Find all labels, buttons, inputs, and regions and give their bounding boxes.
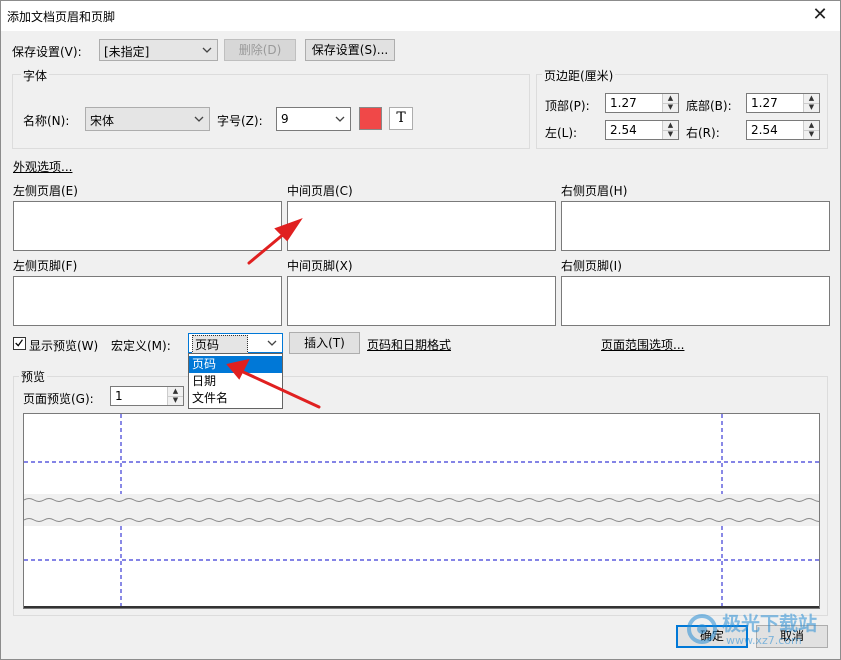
- right-header-textbox[interactable]: [561, 201, 830, 251]
- font-name-select[interactable]: 宋体: [85, 107, 210, 131]
- show-preview-checkbox[interactable]: [13, 337, 26, 350]
- margin-right-label: 右(R):: [686, 126, 720, 140]
- close-icon[interactable]: ✕: [808, 4, 832, 26]
- right-footer-textbox[interactable]: [561, 276, 830, 326]
- show-preview-label: 显示预览(W): [29, 339, 99, 353]
- page-preview-value: 1: [115, 389, 123, 403]
- margin-bottom-spinner[interactable]: ▲ ▼: [803, 94, 819, 112]
- watermark-icon: [687, 614, 717, 644]
- macro-label: 宏定义(M):: [111, 339, 171, 353]
- macro-option-date[interactable]: 日期: [189, 373, 282, 390]
- spin-down-icon[interactable]: ▼: [168, 396, 183, 405]
- left-header-textbox[interactable]: [13, 201, 282, 251]
- margin-top-value: 1.27: [610, 96, 637, 110]
- margin-right-spinner[interactable]: ▲ ▼: [803, 121, 819, 139]
- macro-selected-value: 页码: [192, 335, 249, 354]
- chevron-down-icon: [335, 116, 345, 122]
- save-settings-select[interactable]: [未指定]: [99, 39, 218, 61]
- font-size-value: 9: [281, 112, 289, 126]
- center-footer-label: 中间页脚(X): [287, 259, 353, 273]
- center-header-textbox[interactable]: [287, 201, 556, 251]
- font-size-select[interactable]: 9: [276, 107, 351, 131]
- right-header-label: 右侧页眉(H): [561, 184, 628, 198]
- left-header-label: 左侧页眉(E): [13, 184, 78, 198]
- center-footer-textbox[interactable]: [287, 276, 556, 326]
- margin-bottom-input[interactable]: 1.27 ▲ ▼: [746, 93, 820, 113]
- watermark-logo: 极光下载站 www.xz7.com: [686, 605, 836, 655]
- macro-option-page-number[interactable]: 页码: [189, 356, 282, 373]
- font-group-label: 字体: [21, 67, 50, 84]
- margin-top-input[interactable]: 1.27 ▲ ▼: [605, 93, 679, 113]
- left-footer-label: 左侧页脚(F): [13, 259, 78, 273]
- watermark-url: www.xz7.com: [726, 634, 802, 647]
- page-preview-spinner[interactable]: ▲ ▼: [167, 387, 183, 405]
- page-preview-guides: [24, 414, 819, 608]
- page-range-options-link[interactable]: 页面范围选项...: [601, 336, 684, 353]
- macro-select[interactable]: 页码: [188, 333, 283, 354]
- save-settings-label: 保存设置(V):: [12, 45, 82, 59]
- delete-button[interactable]: 删除(D): [224, 39, 296, 61]
- page-preview-label: 页面预览(G):: [23, 392, 94, 406]
- margin-bottom-label: 底部(B):: [686, 99, 732, 113]
- font-name-label: 名称(N):: [23, 114, 70, 128]
- font-name-value: 宋体: [90, 114, 115, 128]
- spin-down-icon[interactable]: ▼: [663, 130, 678, 139]
- macro-dropdown-list: 页码 日期 文件名: [188, 353, 283, 409]
- font-color-swatch[interactable]: [359, 107, 382, 130]
- margin-left-spinner[interactable]: ▲ ▼: [662, 121, 678, 139]
- margin-left-input[interactable]: 2.54 ▲ ▼: [605, 120, 679, 140]
- margin-left-value: 2.54: [610, 123, 637, 137]
- macro-option-filename[interactable]: 文件名: [189, 390, 282, 407]
- window-title: 添加文档页眉和页脚: [7, 10, 116, 24]
- spin-down-icon[interactable]: ▼: [663, 103, 678, 112]
- spin-down-icon[interactable]: ▼: [804, 103, 819, 112]
- chevron-down-icon: [202, 47, 212, 53]
- margin-bottom-value: 1.27: [751, 96, 778, 110]
- font-size-label: 字号(Z):: [217, 114, 263, 128]
- save-settings-value: [未指定]: [104, 45, 150, 59]
- page-date-format-link[interactable]: 页码和日期格式: [367, 336, 451, 353]
- header-footer-dialog: 添加文档页眉和页脚 ✕ 保存设置(V): [未指定] 删除(D) 保存设置(S)…: [0, 0, 841, 660]
- checkmark-icon: [15, 339, 23, 347]
- margin-top-spinner[interactable]: ▲ ▼: [662, 94, 678, 112]
- title-bar: 添加文档页眉和页脚 ✕: [1, 1, 840, 31]
- margin-top-label: 顶部(P):: [545, 99, 590, 113]
- margin-right-input[interactable]: 2.54 ▲ ▼: [746, 120, 820, 140]
- preview-group-label: 预览: [19, 368, 48, 385]
- page-preview-canvas: [23, 413, 820, 609]
- right-footer-label: 右侧页脚(I): [561, 259, 622, 273]
- spin-down-icon[interactable]: ▼: [804, 130, 819, 139]
- left-footer-textbox[interactable]: [13, 276, 282, 326]
- watermark-text: 极光下载站: [722, 613, 818, 635]
- chevron-down-icon: [267, 340, 277, 346]
- center-header-label: 中间页眉(C): [287, 184, 353, 198]
- margins-group-label: 页边距(厘米): [542, 67, 616, 84]
- page-preview-input[interactable]: 1 ▲ ▼: [110, 386, 184, 406]
- chevron-down-icon: [194, 116, 204, 122]
- margin-right-value: 2.54: [751, 123, 778, 137]
- insert-button[interactable]: 插入(T): [289, 332, 360, 354]
- margin-left-label: 左(L):: [545, 126, 578, 140]
- text-style-icon[interactable]: T: [389, 107, 413, 130]
- appearance-options-link[interactable]: 外观选项...: [13, 158, 72, 175]
- save-settings-button[interactable]: 保存设置(S)...: [305, 39, 395, 61]
